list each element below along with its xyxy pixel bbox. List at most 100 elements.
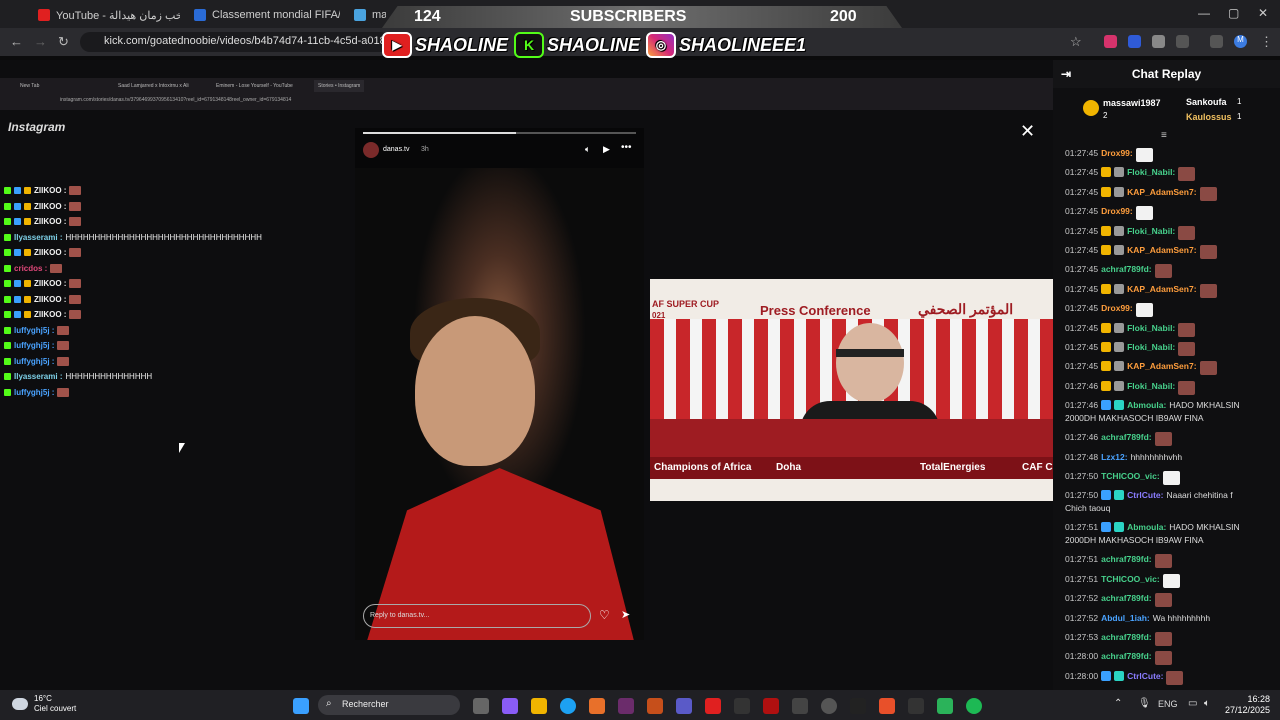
timestamp: 01:27:52 bbox=[1065, 612, 1099, 623]
chat-text: Wa hhhhhhhhh bbox=[1152, 612, 1211, 623]
close-window-icon[interactable]: ✕ bbox=[1258, 6, 1268, 20]
emote-icon bbox=[1135, 303, 1153, 318]
app-icon[interactable] bbox=[792, 698, 808, 714]
timestamp: 01:27:46 bbox=[1065, 400, 1099, 411]
url-field[interactable]: kick.com/goatednoobie/videos/b4b74d74-11… bbox=[80, 32, 390, 52]
forward-icon[interactable]: → bbox=[34, 34, 47, 49]
weather-widget[interactable]: 16°C Ciel couvert bbox=[34, 694, 76, 714]
maximize-icon[interactable]: ▢ bbox=[1228, 6, 1239, 20]
copilot-icon[interactable] bbox=[502, 698, 518, 714]
chat-username: CtrlCute: bbox=[1127, 490, 1164, 501]
badge-icon bbox=[1101, 283, 1112, 294]
emote-icon bbox=[69, 295, 82, 304]
emote-icon bbox=[69, 279, 82, 288]
app-icon[interactable] bbox=[763, 698, 779, 714]
badge-icon bbox=[1101, 245, 1112, 255]
app-icon[interactable] bbox=[647, 698, 663, 714]
right-count: 200 bbox=[830, 8, 857, 25]
star-icon[interactable]: ☆ bbox=[1070, 34, 1082, 50]
back-icon[interactable]: ← bbox=[10, 34, 23, 49]
reload-icon[interactable]: ↻ bbox=[58, 34, 69, 50]
emote-icon bbox=[1162, 573, 1180, 588]
chat-message-continued: Chich taouq bbox=[1065, 503, 1111, 514]
timestamp: 01:27:45 bbox=[1065, 342, 1099, 352]
app-icon[interactable] bbox=[908, 698, 924, 714]
emote-icon bbox=[1199, 283, 1217, 298]
kick-badge-icon bbox=[4, 218, 11, 225]
tab-youtube[interactable]: YouTube - منتخب زمان هيدالة ✕ bbox=[30, 4, 180, 26]
profile-avatar[interactable]: M bbox=[1234, 35, 1247, 48]
timestamp: 01:27:46 bbox=[1065, 432, 1099, 443]
app-icon[interactable] bbox=[850, 698, 866, 714]
chat-message: 01:27:45 Drox99: bbox=[1065, 206, 1275, 221]
extension-icon[interactable] bbox=[1128, 35, 1141, 48]
stream-chat-line: luffyghj5j : bbox=[4, 357, 70, 366]
chat-username: ZIIKOO : bbox=[34, 279, 67, 288]
emote-icon bbox=[69, 310, 82, 319]
chat-replay-panel: ⇥ Chat Replay massawi1987 2 Sankoufa 1 K… bbox=[1053, 60, 1280, 690]
minimize-icon[interactable]: — bbox=[1198, 6, 1210, 20]
task-view-icon[interactable] bbox=[473, 698, 489, 714]
badge-icon bbox=[1101, 322, 1112, 333]
chat-username: luffyghj5j : bbox=[14, 388, 55, 397]
badge-icon bbox=[1114, 342, 1125, 352]
gifter-count: 2 bbox=[1103, 111, 1108, 120]
tab-mali[interactable]: mali - bbox=[346, 4, 386, 26]
chat-username: achraf789fd: bbox=[1101, 432, 1152, 443]
network-icon[interactable]: ▭ bbox=[1188, 698, 1197, 709]
app-icon[interactable] bbox=[734, 698, 750, 714]
extension-icon[interactable] bbox=[1104, 35, 1117, 48]
spotify-icon[interactable] bbox=[966, 698, 982, 714]
badge-icon bbox=[1114, 670, 1125, 681]
gifter-count: 1 bbox=[1237, 97, 1242, 106]
teams-icon[interactable] bbox=[676, 698, 692, 714]
search-box[interactable]: ⌕ Rechercher bbox=[318, 695, 460, 715]
app-icon[interactable] bbox=[618, 698, 634, 714]
windows-start-icon[interactable] bbox=[293, 698, 309, 714]
cloud-icon bbox=[12, 698, 28, 710]
folder-icon[interactable] bbox=[531, 698, 547, 714]
brave-icon[interactable] bbox=[879, 698, 895, 714]
chat-username: ZIIKOO : bbox=[34, 248, 67, 257]
volume-icon[interactable]: 🔈︎ bbox=[1204, 698, 1210, 709]
chat-username: ZIIKOO : bbox=[34, 217, 67, 226]
app-icon[interactable] bbox=[937, 698, 953, 714]
youtube-icon[interactable] bbox=[705, 698, 721, 714]
chrome-icon[interactable] bbox=[560, 698, 576, 714]
inner-tab: Eminem - Lose Yourself - YouTube bbox=[216, 83, 293, 89]
clock[interactable]: 16:28 27/12/2025 bbox=[1218, 694, 1270, 716]
badge-icon bbox=[14, 187, 21, 194]
gifter-name: Kaulossus bbox=[1186, 112, 1232, 122]
badge-icon bbox=[1114, 167, 1125, 178]
extension-icon[interactable] bbox=[1152, 35, 1165, 48]
app-icon[interactable] bbox=[589, 698, 605, 714]
chevron-up-icon[interactable]: ⌃ bbox=[1114, 698, 1122, 709]
inner-url: instagram.com/stories/danas.tv/379646993… bbox=[60, 97, 292, 103]
kick-badge-icon bbox=[4, 280, 11, 287]
kick-badge-icon bbox=[4, 358, 11, 365]
chat-message: 01:27:45 KAP_AdamSen7: bbox=[1065, 361, 1275, 376]
microphone-icon[interactable]: 🎙︎ bbox=[1138, 698, 1151, 709]
emote-icon bbox=[1154, 632, 1172, 646]
chat-username: Floki_Nabil: bbox=[1127, 322, 1176, 333]
puzzle-icon[interactable] bbox=[1176, 35, 1189, 48]
app-icon[interactable] bbox=[821, 698, 837, 714]
collapse-icon[interactable]: ⇥ bbox=[1061, 67, 1071, 81]
youtube-handle: ▶ SHAOLINE bbox=[382, 32, 508, 58]
badge-icon bbox=[14, 203, 21, 210]
chat-message: 01:27:45 achraf789fd: bbox=[1065, 264, 1275, 279]
timestamp: 01:27:45 bbox=[1065, 167, 1099, 178]
gifter-name: massawi1987 bbox=[1103, 98, 1161, 108]
filter-icon[interactable]: ≡ bbox=[1161, 130, 1167, 141]
emote-icon bbox=[57, 357, 70, 366]
timestamp: 01:27:45 bbox=[1065, 245, 1099, 255]
chat-username: achraf789fd: bbox=[1101, 632, 1152, 642]
story-username: danas.tv bbox=[383, 146, 410, 153]
tab-fifa[interactable]: Classement mondial FIFA/Coca ✕ bbox=[186, 4, 340, 26]
emote-icon bbox=[69, 186, 82, 195]
media-icon[interactable] bbox=[1210, 35, 1223, 48]
menu-icon[interactable]: ⋮ bbox=[1260, 34, 1273, 50]
chat-text: HHHHHHHHHHHHHHH bbox=[65, 372, 153, 381]
search-icon: ⌕ bbox=[326, 698, 332, 709]
language-indicator[interactable]: ENG bbox=[1158, 699, 1178, 709]
